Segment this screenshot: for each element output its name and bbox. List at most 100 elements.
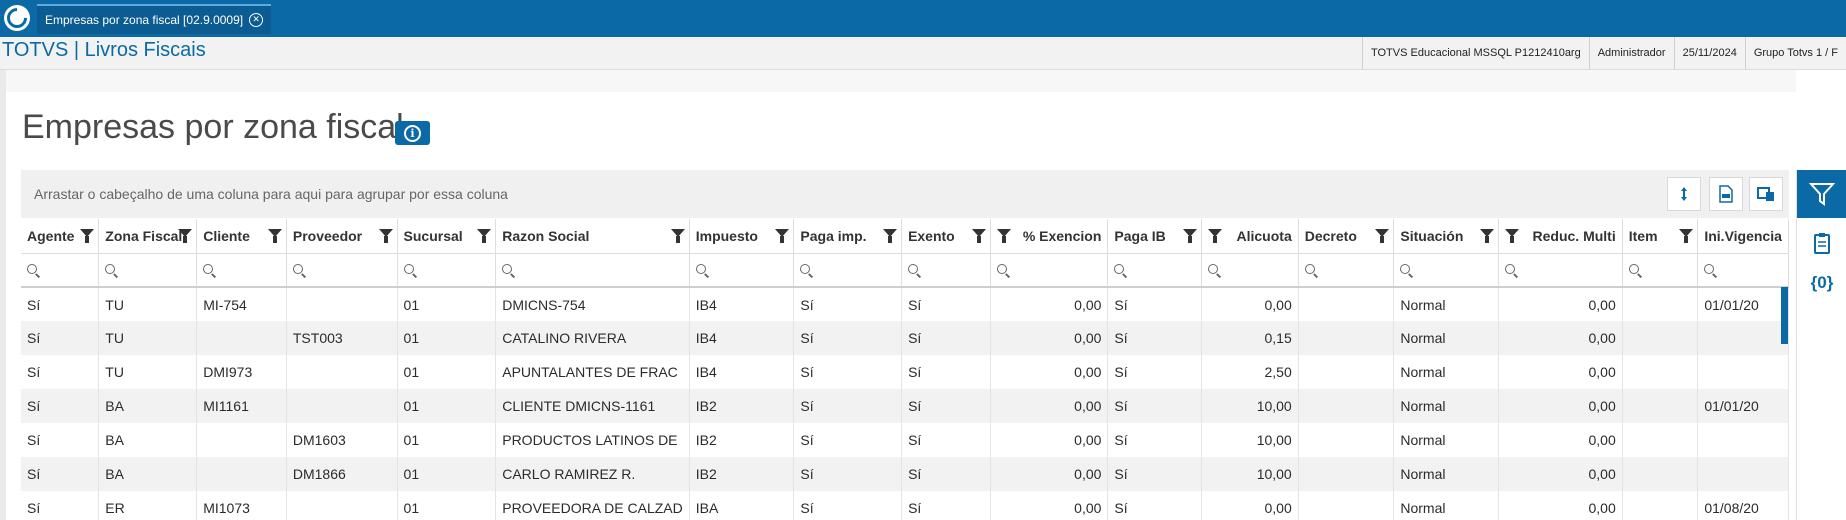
table-row[interactable]: Sí TU DMI973 01 APUNTALANTES DE FRAC IB4 Sí Sí 0… [21,355,1789,389]
right-panel: {0} [1796,170,1846,520]
filter-icon[interactable] [1183,229,1198,243]
table-cell: Sí [901,457,991,491]
table-row[interactable]: Sí BA MI1161 01 CLIENTE DMICNS-1161 IB2 Sí Sí 0,… [21,389,1789,423]
company-label[interactable]: Grupo Totvs 1 / F [1744,37,1846,69]
app-brand: TOTVS | Livros Fiscais [2,39,206,61]
clipboard-button[interactable] [1797,223,1846,263]
column-search-input[interactable] [1622,253,1699,288]
column-search-input[interactable] [1298,253,1395,288]
grid-scrollbar[interactable] [1781,287,1788,344]
expand-rows-icon [1681,187,1687,201]
table-cell: Sí [901,321,991,355]
search-icon [403,263,414,274]
left-strip [0,70,6,520]
tab-empresas-zona-fiscal[interactable]: Empresas por zona fiscal [02.9.0009] ✕ [37,4,272,34]
filter-icon[interactable] [775,229,790,243]
filter-icon[interactable] [1679,229,1694,243]
filter-icon[interactable] [80,229,95,243]
column-header[interactable]: Ini.Vigencia [1697,219,1789,254]
column-search-input[interactable] [21,253,100,288]
filter-icon[interactable] [670,229,685,243]
expand-rows-button[interactable] [1667,177,1701,211]
filter-panel-button[interactable] [1797,170,1846,218]
totvs-logo-icon[interactable] [2,3,32,33]
column-search-input[interactable] [1498,253,1623,288]
column-search-input[interactable] [689,253,795,288]
table-cell: 0,00 [990,423,1109,457]
table-cell: 0,00 [1498,287,1623,321]
column-header[interactable]: Cliente [196,219,287,254]
column-search-input[interactable] [397,253,497,288]
column-search-input[interactable] [495,253,690,288]
close-icon[interactable]: ✕ [249,13,264,27]
filter-icon[interactable] [267,229,282,243]
table-cell [1298,321,1395,355]
table-cell: 0,00 [990,287,1109,321]
table-row[interactable]: Sí TU MI-754 01 DMICNS-754 IB4 Sí Sí 0,00 Sí 0,00 N… [21,287,1789,321]
column-header-label: % Exencion [1022,227,1102,244]
column-header[interactable]: Agente [21,219,100,254]
search-icon [1704,263,1715,274]
filter-icon[interactable] [1375,229,1390,243]
filter-icon[interactable] [178,229,193,243]
column-header[interactable]: Razon Social [495,219,690,254]
column-header[interactable]: Paga imp. [793,219,903,254]
column-header[interactable]: Situación [1393,219,1500,254]
table-cell: 0,00 [1201,491,1299,520]
column-header[interactable]: Reduc. Multi [1498,219,1623,254]
column-header[interactable]: Impuesto [689,219,795,254]
table-cell: 01 [397,423,497,457]
table-cell: 0,00 [990,457,1109,491]
column-search-input[interactable] [1201,253,1299,288]
environment-label[interactable]: TOTVS Educacional MSSQL P1212410arg [1361,37,1589,69]
column-search-input[interactable] [196,253,287,288]
column-search-input[interactable] [286,253,398,288]
column-search-input[interactable] [793,253,903,288]
column-search-input[interactable] [1107,253,1203,288]
table-row[interactable]: Sí BA DM1866 01 CARLO RAMIREZ R. IB2 Sí Sí 0,00 S… [21,457,1789,491]
group-by-bar[interactable]: Arrastar o cabeçalho de uma coluna para … [21,170,1789,218]
search-icon [1208,263,1219,274]
table-cell: 01 [397,457,497,491]
column-header[interactable]: Proveedor [286,219,398,254]
filter-icon[interactable] [1208,229,1223,243]
variables-button[interactable]: {0} [1797,263,1846,303]
filter-icon[interactable] [971,229,986,243]
table-cell [1298,423,1395,457]
table-cell: Sí [1107,287,1203,321]
filter-icon[interactable] [883,229,898,243]
column-header[interactable]: Alicuota [1201,219,1299,254]
table-cell: Sí [21,287,100,321]
table-row[interactable]: Sí ER MI1073 01 PROVEEDORA DE CALZAD IBA Sí Sí 0… [21,491,1789,520]
columns-config-button[interactable] [1749,177,1783,211]
table-row[interactable]: Sí TU TST003 01 CATALINO RIVERA IB4 Sí Sí 0,00 Sí… [21,321,1789,355]
column-search-input[interactable] [901,253,991,288]
filter-icon[interactable] [1480,229,1495,243]
column-search-input[interactable] [1697,253,1789,288]
table-cell [1298,389,1395,423]
search-icon [292,263,303,274]
filter-icon[interactable] [477,229,492,243]
column-header[interactable]: Item [1622,219,1699,254]
table-row[interactable]: Sí BA DM1603 01 PRODUCTOS LATINOS DE IB2 Sí Sí 0… [21,423,1789,457]
filter-icon[interactable] [996,229,1011,243]
column-search-input[interactable] [1393,253,1500,288]
info-button[interactable]: i [395,121,430,145]
column-header[interactable]: Zona Fiscal [98,219,198,254]
column-search-input[interactable] [990,253,1109,288]
column-header[interactable]: Sucursal [397,219,497,254]
filter-icon[interactable] [1505,229,1520,243]
group-hint: Arrastar o cabeçalho de uma coluna para … [34,186,508,202]
user-label[interactable]: Administrador [1588,37,1674,69]
filter-icon[interactable] [378,229,393,243]
column-search-input[interactable] [98,253,198,288]
date-label[interactable]: 25/11/2024 [1673,37,1745,69]
column-header[interactable]: % Exencion [990,219,1109,254]
table-cell: 0,00 [1498,321,1623,355]
tab-title: Empresas por zona fiscal [02.9.0009] [45,13,244,27]
column-header[interactable]: Paga IB [1107,219,1203,254]
column-header[interactable]: Decreto [1298,219,1395,254]
column-header[interactable]: Exento [901,219,991,254]
table-cell: Normal [1393,457,1500,491]
export-xlsx-button[interactable] [1709,177,1743,211]
